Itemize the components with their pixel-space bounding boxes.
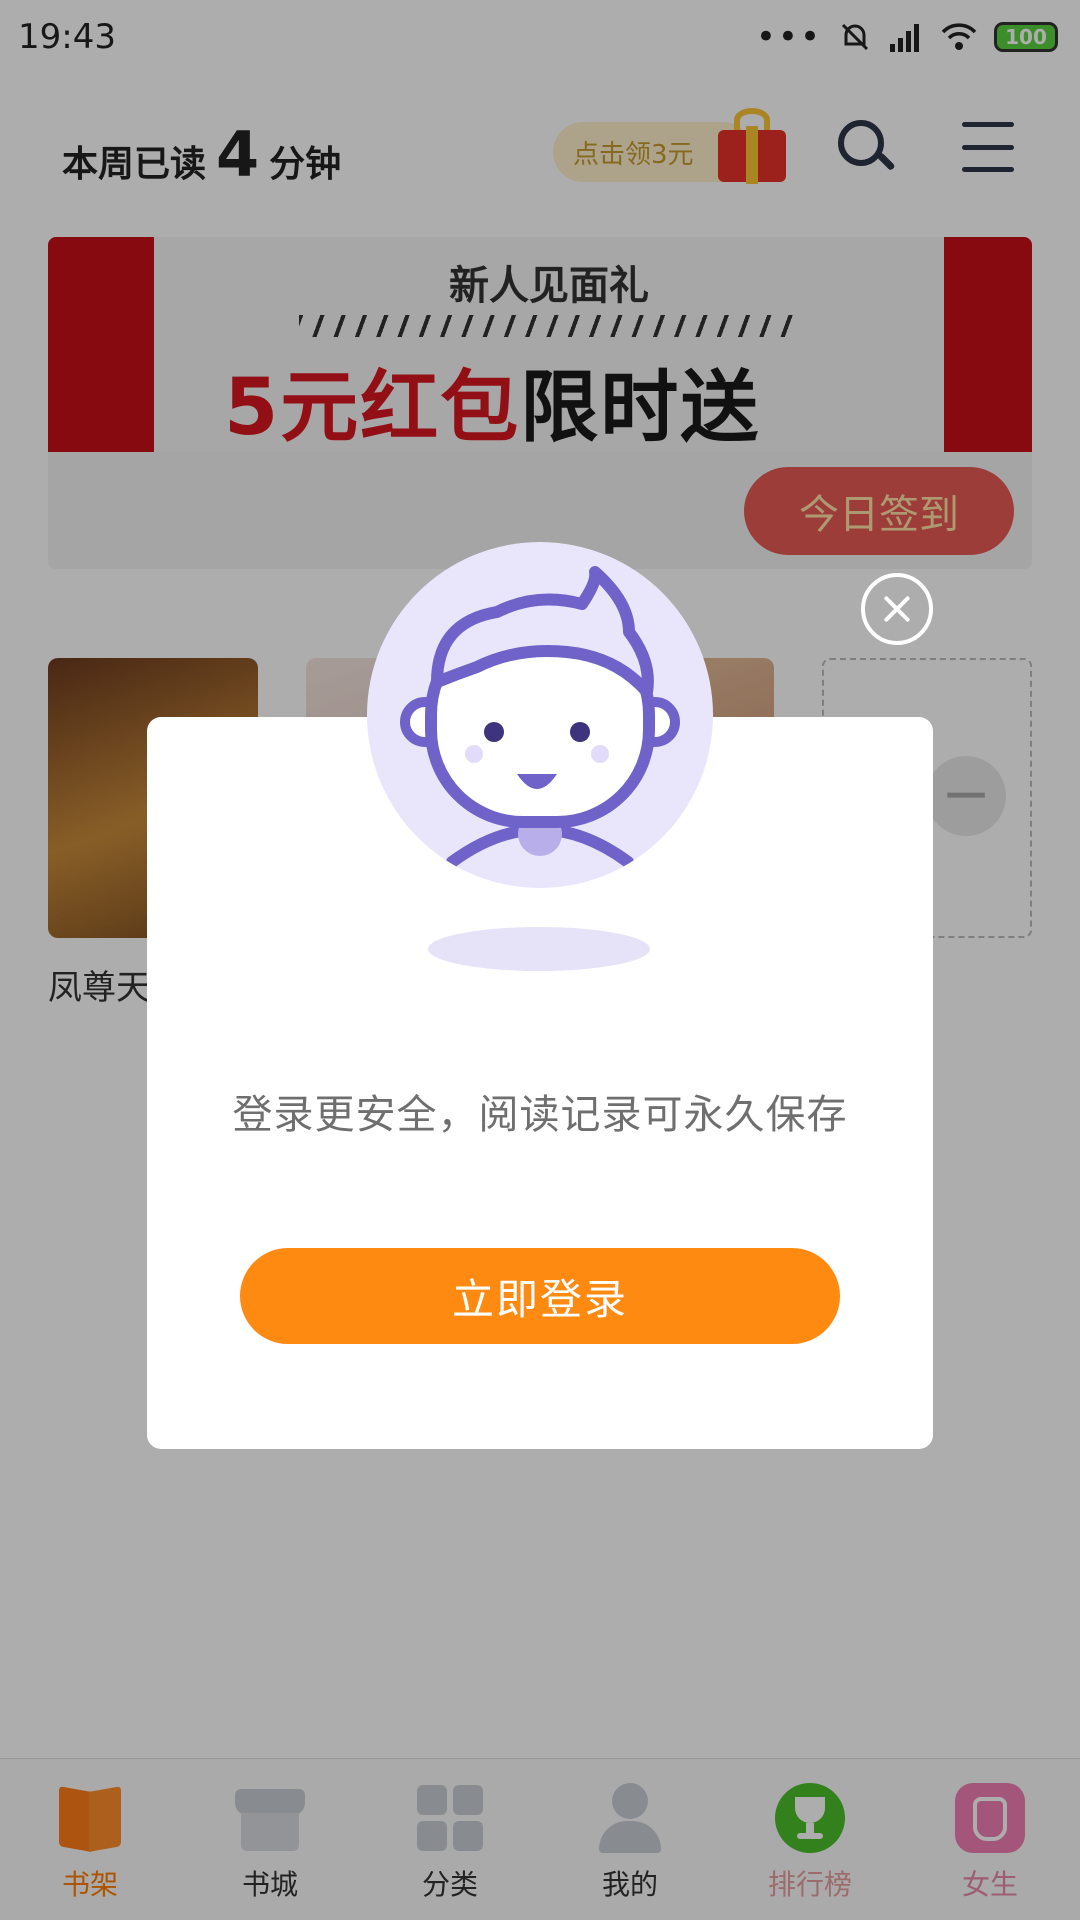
login-button[interactable]: 立即登录 xyxy=(240,1248,840,1344)
close-icon[interactable] xyxy=(861,573,933,645)
user-avatar-icon xyxy=(367,542,713,888)
login-prompt-text: 登录更安全，阅读记录可永久保存 xyxy=(232,1092,848,1138)
avatar-shadow xyxy=(428,927,650,971)
